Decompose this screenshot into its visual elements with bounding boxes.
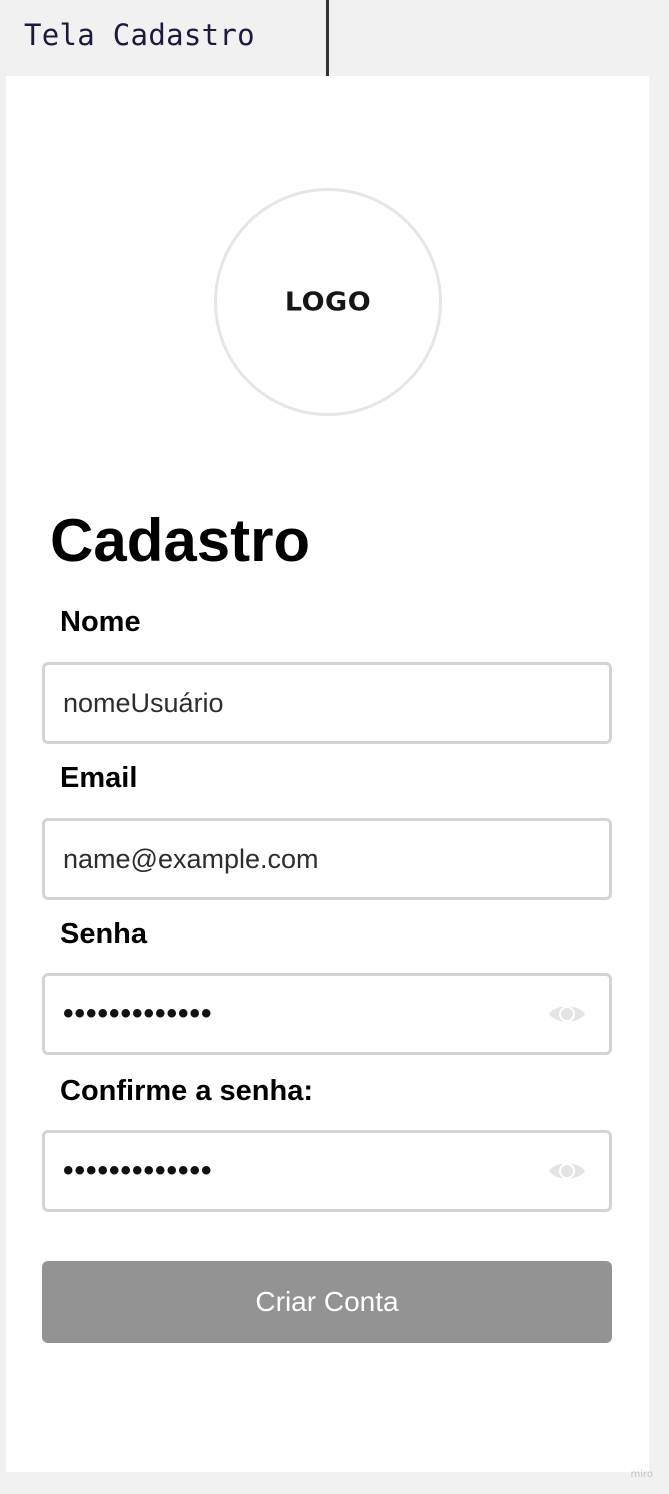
confirm-password-field[interactable]: ••••••••••••• bbox=[42, 1130, 612, 1212]
confirm-password-label: Confirme a senha: bbox=[60, 1075, 313, 1107]
create-account-button[interactable]: Criar Conta bbox=[42, 1261, 612, 1343]
eye-icon[interactable] bbox=[547, 1001, 587, 1027]
name-field-value: nomeUsuário bbox=[63, 687, 224, 718]
miro-board: Tela Cadastro LOGO Cadastro Nome nomeUsu… bbox=[0, 0, 669, 1494]
password-field-value: ••••••••••••• bbox=[63, 997, 213, 1030]
confirm-password-field-value: ••••••••••••• bbox=[63, 1154, 213, 1187]
email-field-value: name@example.com bbox=[63, 843, 319, 874]
email-field[interactable]: name@example.com bbox=[42, 818, 612, 900]
frame-title[interactable]: Tela Cadastro bbox=[24, 18, 255, 52]
logo-text: LOGO bbox=[284, 287, 372, 317]
eye-icon[interactable] bbox=[547, 1158, 587, 1184]
logo-placeholder: LOGO bbox=[214, 188, 442, 416]
password-label: Senha bbox=[60, 918, 148, 950]
page-title: Cadastro bbox=[50, 507, 311, 574]
signup-screen: LOGO Cadastro Nome nomeUsuário Email nam… bbox=[6, 76, 649, 1472]
name-label: Nome bbox=[60, 606, 141, 638]
password-field[interactable]: ••••••••••••• bbox=[42, 973, 612, 1055]
connector-line[interactable] bbox=[326, 0, 329, 76]
email-label: Email bbox=[60, 762, 138, 794]
miro-watermark: miro bbox=[630, 1469, 653, 1480]
name-field[interactable]: nomeUsuário bbox=[42, 662, 612, 744]
